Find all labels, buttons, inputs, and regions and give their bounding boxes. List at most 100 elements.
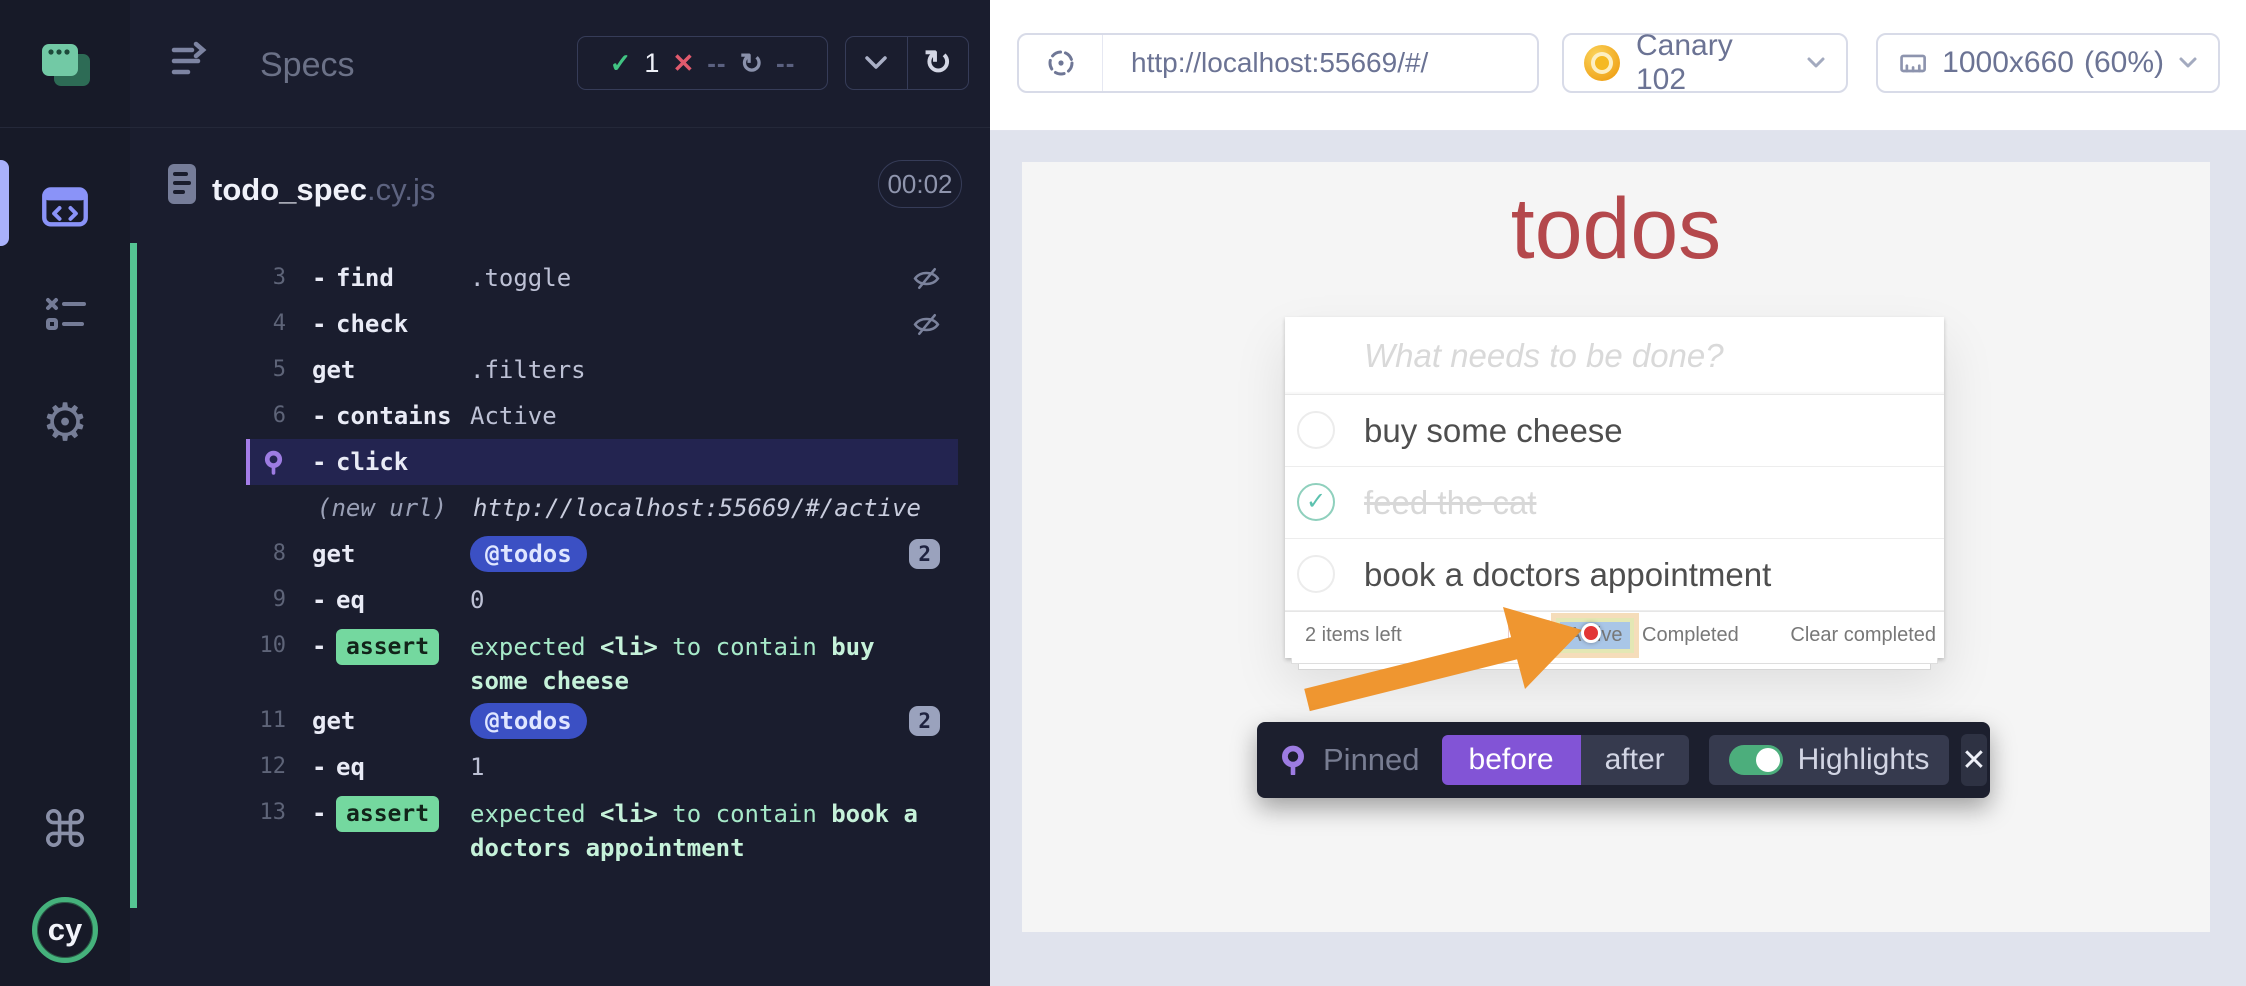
snapshot-toggle-group: before after (1442, 735, 1689, 785)
todo-item: buy some cheese (1285, 395, 1944, 467)
highlights-control[interactable]: Highlights (1709, 735, 1950, 785)
cypress-logo-button[interactable]: cy (0, 896, 130, 964)
spec-file-name[interactable]: todo_spec.cy.js (212, 168, 435, 212)
assert-badge: assert (336, 796, 439, 832)
unpin-button[interactable]: ✕ (1961, 734, 1986, 786)
selector-playground-button[interactable] (1019, 35, 1103, 91)
command-number: 8 (250, 531, 286, 577)
command-number: 3 (250, 255, 286, 301)
command-name: -check (312, 301, 470, 347)
filter-all[interactable]: All (1508, 620, 1552, 651)
nav-sidebar: ⚙ ⌘ cy (0, 0, 130, 986)
gear-icon: ⚙ (42, 396, 89, 450)
invisible-icon (913, 301, 958, 347)
command-row-eq-0[interactable]: 9 -eq 0 (246, 577, 958, 623)
command-row-contains[interactable]: 6 -contains Active (246, 393, 958, 439)
snapshot-after-button[interactable]: after (1581, 735, 1689, 785)
specs-menu-icon[interactable] (168, 40, 214, 82)
command-name: get (312, 531, 470, 577)
click-event-dot (1581, 623, 1601, 643)
command-number: 6 (250, 393, 286, 439)
element-count-badge: 2 (909, 706, 940, 736)
command-row-find[interactable]: 3 -find .toggle (246, 255, 958, 301)
command-log: 3 -find .toggle 4 -check 5 get .filters (246, 255, 958, 865)
command-args: .toggle (470, 255, 571, 301)
pinned-label: Pinned (1323, 742, 1420, 778)
rerun-tests-button[interactable]: ↻ (907, 37, 969, 89)
todo-toggle-checked[interactable]: ✓ (1297, 483, 1335, 521)
command-number: 5 (250, 347, 286, 393)
command-name: -eq (312, 577, 470, 623)
todo-label: feed the cat (1364, 467, 1536, 539)
command-number: 12 (250, 744, 286, 790)
url-bar[interactable]: http://localhost:55669/#/ (1017, 33, 1539, 93)
command-name: -contains (312, 393, 470, 439)
command-name: -assert (312, 623, 470, 669)
browser-pane: http://localhost:55669/#/ Canary 102 100… (990, 0, 2246, 986)
reporter-panel: Specs ✓ 1 ✕ -- ↻ -- ↻ (130, 0, 990, 986)
new-todo-input[interactable]: What needs to be done? (1285, 317, 1944, 395)
todo-card: What needs to be done? buy some cheese ✓… (1285, 317, 1944, 658)
command-row-click-pinned[interactable]: -click (246, 439, 958, 485)
command-row-get-filters[interactable]: 5 get .filters (246, 347, 958, 393)
command-args: 1 (470, 744, 484, 790)
command-number: 4 (250, 301, 286, 347)
new-url-value: http://localhost:55669/#/active (473, 485, 921, 531)
command-row-get-todos[interactable]: 8 get @todos 2 (246, 531, 958, 577)
cypress-runner-window: ⚙ ⌘ cy Specs ✓ 1 ✕ -- ↻ -- (0, 0, 2246, 986)
command-args: 0 (470, 577, 484, 623)
command-row-eq-1[interactable]: 12 -eq 1 (246, 744, 958, 790)
spec-file-icon (166, 162, 198, 206)
chrome-canary-icon (1584, 45, 1620, 81)
app-iframe: todos What needs to be done? buy some ch… (1022, 162, 2210, 932)
todo-toggle[interactable] (1297, 411, 1335, 449)
assert-row-appointment[interactable]: 13 -assert expected <li> to contain book… (246, 790, 958, 865)
alias-badge: @todos (470, 703, 587, 739)
viewport-select[interactable]: 1000x660 (60%) (1876, 33, 2220, 93)
todo-item: book a doctors appointment (1285, 539, 1944, 611)
reporter-controls: ↻ (845, 36, 969, 90)
command-row-get-todos-2[interactable]: 11 get @todos 2 (246, 698, 958, 744)
pinned-toolbar: Pinned before after Highlights ✕ (1257, 722, 1990, 798)
viewport-zoom: (60%) (2084, 46, 2164, 80)
sidebar-item-specs[interactable] (0, 182, 130, 234)
todo-app-title: todos (1022, 180, 2210, 279)
highlights-toggle-on[interactable] (1729, 745, 1783, 775)
sidebar-item-settings[interactable]: ⚙ (0, 396, 130, 450)
pending-count: -- (776, 48, 795, 79)
clear-completed-button[interactable]: Clear completed (1790, 612, 1936, 659)
command-number: 13 (250, 790, 286, 836)
chevron-down-icon (864, 55, 888, 71)
passed-icon: ✓ (610, 48, 632, 79)
todo-toggle[interactable] (1297, 555, 1335, 593)
sidebar-item-runs[interactable] (0, 290, 130, 338)
command-name: -eq (312, 744, 470, 790)
assert-row-cheese[interactable]: 10 -assert expected <li> to contain buy … (246, 623, 958, 698)
pin-icon (1279, 745, 1307, 775)
alias-badge: @todos (470, 536, 587, 572)
invisible-icon (913, 255, 958, 301)
browser-name: Canary 102 (1636, 29, 1790, 97)
command-number: 10 (250, 623, 286, 669)
browser-select[interactable]: Canary 102 (1562, 33, 1848, 93)
command-number: 11 (250, 698, 286, 744)
cypress-browsers-icon[interactable] (0, 36, 130, 96)
command-row-check[interactable]: 4 -check (246, 301, 958, 347)
highlights-label: Highlights (1798, 743, 1930, 777)
command-args: .filters (470, 347, 586, 393)
filter-completed[interactable]: Completed (1642, 612, 1739, 659)
items-left-count: 2 items left (1305, 612, 1402, 659)
keyboard-shortcuts-button[interactable]: ⌘ (0, 802, 130, 858)
url-text[interactable]: http://localhost:55669/#/ (1131, 47, 1428, 79)
command-name: -find (312, 255, 470, 301)
snapshot-before-button[interactable]: before (1442, 735, 1581, 785)
collapse-all-button[interactable] (846, 37, 907, 89)
assert-badge: assert (336, 629, 439, 665)
specs-window-icon (41, 184, 89, 232)
crosshair-icon (1044, 46, 1078, 80)
ruler-icon (1898, 46, 1928, 80)
assert-message: expected <li> to contain buy some cheese (470, 623, 930, 698)
command-name: get (312, 698, 470, 744)
command-number: 9 (250, 577, 286, 623)
todo-label: book a doctors appointment (1364, 539, 1771, 611)
